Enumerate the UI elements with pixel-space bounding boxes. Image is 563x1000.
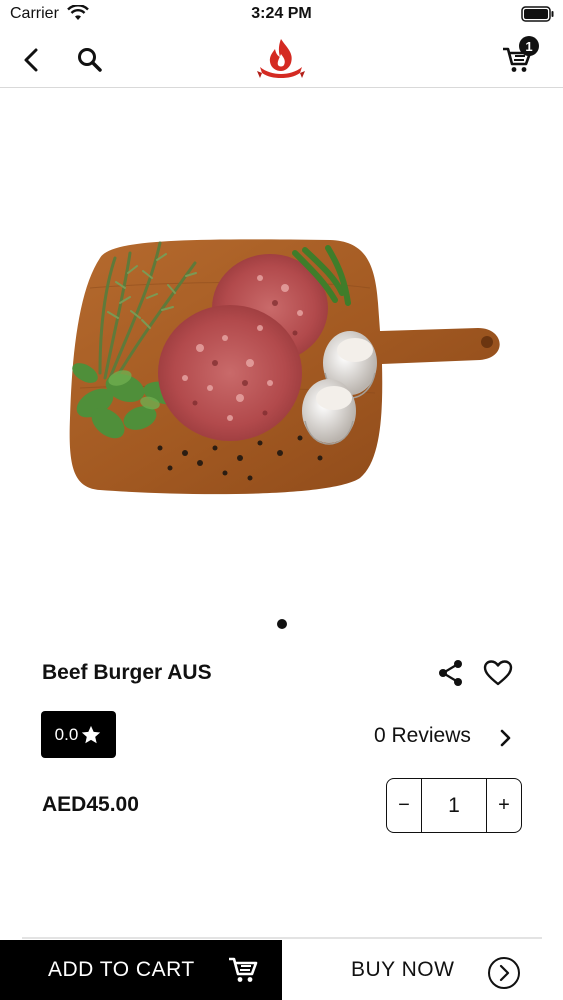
search-icon (78, 48, 102, 72)
status-bar: Carrier 3:24 PM (0, 0, 563, 30)
star-icon (82, 725, 101, 743)
search-button[interactable] (70, 40, 110, 80)
add-to-cart-label: ADD TO CART (48, 958, 195, 981)
cart-count-badge: 1 (519, 36, 539, 56)
battery-icon (521, 6, 555, 22)
back-button[interactable] (12, 40, 52, 80)
product-image[interactable] (0, 88, 563, 608)
share-icon (439, 660, 462, 686)
quantity-stepper: − 1 + (386, 778, 522, 833)
product-price: AED45.00 (42, 793, 139, 816)
divider (22, 937, 542, 939)
carousel-page-indicator[interactable] (277, 619, 287, 629)
decrement-button[interactable]: − (387, 779, 421, 832)
quantity-value[interactable]: 1 (421, 779, 487, 832)
rating-badge: 0.0 (41, 711, 116, 758)
cart-button[interactable]: 1 (497, 36, 539, 80)
chevron-left-icon (24, 48, 38, 72)
flame-logo[interactable] (256, 36, 306, 84)
cart-icon (229, 957, 258, 982)
favorite-button[interactable] (481, 656, 515, 690)
reviews-link[interactable]: 0 Reviews (374, 724, 471, 748)
buy-now-button[interactable]: BUY NOW (282, 940, 563, 1000)
increment-button[interactable]: + (487, 779, 521, 832)
rating-value: 0.0 (54, 724, 79, 744)
heart-icon (483, 660, 513, 686)
arrow-circle-icon (488, 957, 520, 989)
chevron-right-icon[interactable] (496, 726, 516, 750)
nav-bar: 1 (0, 30, 563, 88)
product-name: Beef Burger AUS (42, 661, 212, 684)
add-to-cart-button[interactable]: ADD TO CART (0, 940, 282, 1000)
clock: 3:24 PM (251, 5, 312, 22)
buy-now-label: BUY NOW (351, 958, 455, 981)
share-button[interactable] (434, 656, 468, 690)
